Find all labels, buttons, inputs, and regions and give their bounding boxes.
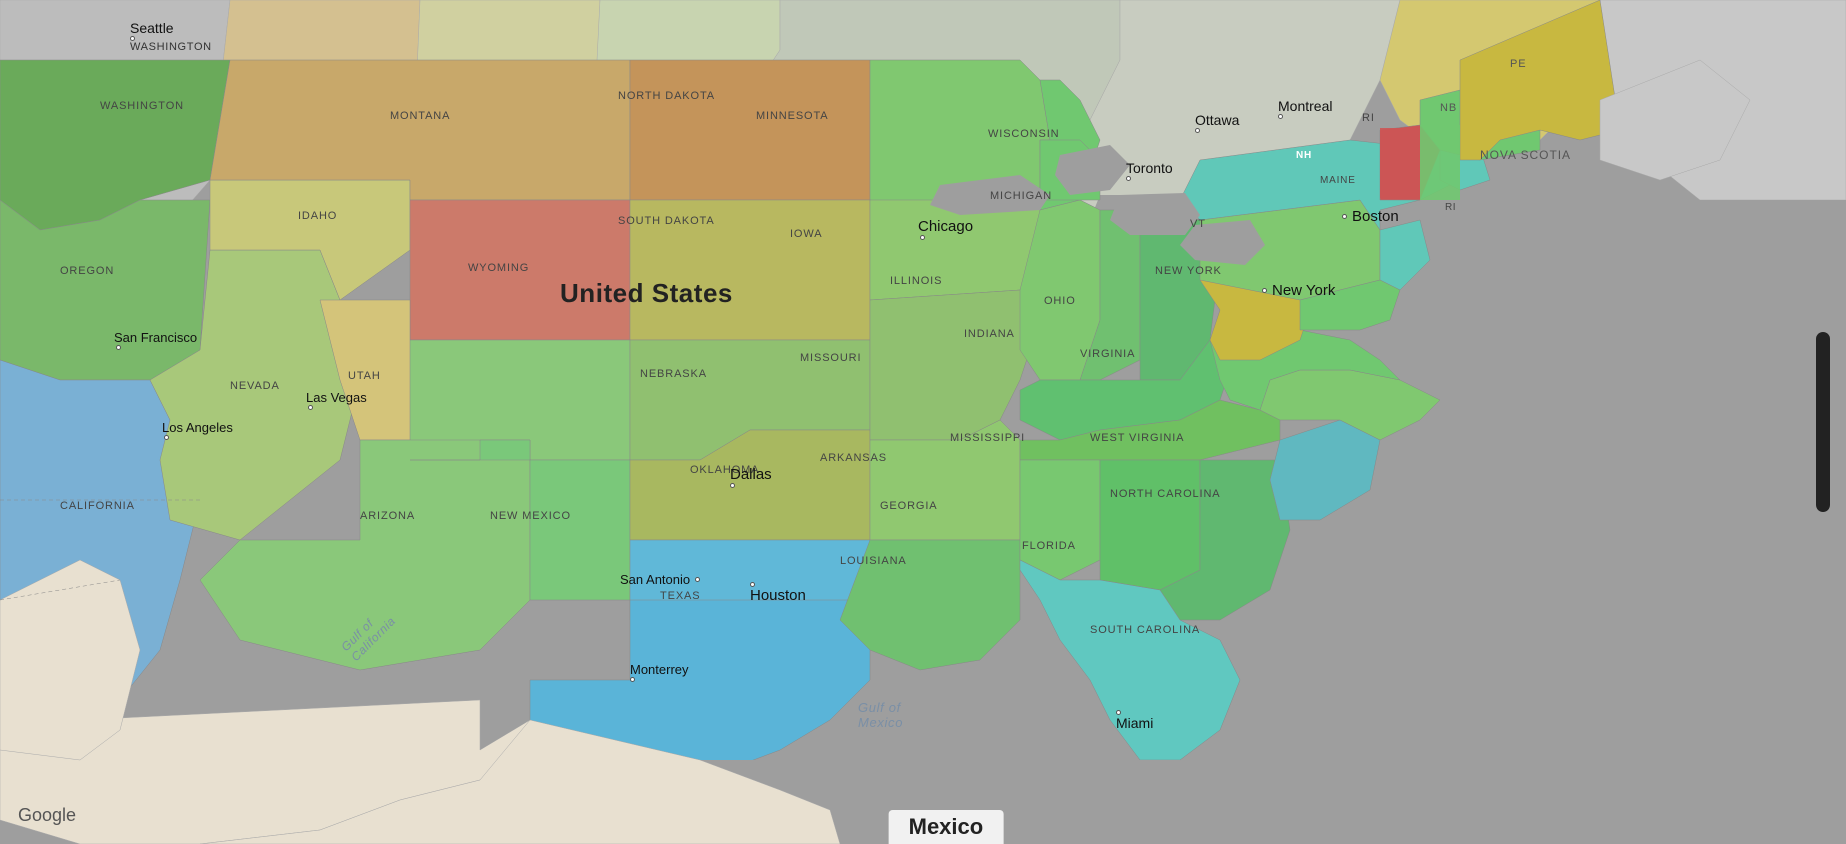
state-label-michigan: MICHIGAN: [990, 190, 1052, 202]
state-label-arkansas: ARKANSAS: [820, 452, 887, 464]
state-label-south-carolina: NORTH CAROLINA: [1110, 488, 1221, 500]
state-label-wisconsin: WISCONSIN: [988, 128, 1059, 140]
state-label-florida: SOUTH CAROLINA: [1090, 624, 1200, 636]
state-label-north-carolina: WEST VIRGINIA: [1090, 432, 1184, 444]
state-label-oregon: OREGON: [60, 265, 114, 277]
state-label-nh: MAINE: [1320, 175, 1356, 186]
state-label-nebraska: NEBRASKA: [640, 368, 707, 380]
city-monterrey: Monterrey: [630, 662, 689, 682]
state-label-illinois: ILLINOIS: [890, 275, 942, 287]
map-svg: RI: [0, 0, 1846, 844]
city-montreal: Montreal: [1278, 98, 1332, 119]
water-label-gulf-mexico: Gulf ofMexico: [858, 700, 903, 730]
state-label-louisiana: LOUISIANA: [840, 555, 907, 567]
city-dallas: Dallas: [730, 466, 772, 488]
city-los-angeles: Los Angeles: [162, 420, 233, 440]
state-label-missouri: MISSOURI: [800, 352, 861, 364]
state-label-maine: RI: [1362, 112, 1375, 124]
city-toronto: Toronto: [1126, 160, 1173, 181]
province-nova-scotia: NOVA SCOTIA: [1480, 148, 1571, 162]
state-label-arizona: ARIZONA: [360, 510, 415, 522]
city-las-vegas: Las Vegas: [306, 390, 367, 410]
city-boston: Boston: [1342, 208, 1399, 225]
state-label-west-virginia: VIRGINIA: [1080, 348, 1135, 360]
state-label-washington: WASHINGTON: [100, 100, 184, 112]
province-pe: PE: [1510, 58, 1526, 70]
state-label-montana: MONTANA: [390, 110, 450, 122]
city-san-antonio: San Antonio: [620, 572, 700, 587]
province-nb: NB: [1440, 102, 1457, 114]
state-label-iowa: IOWA: [790, 228, 822, 240]
city-san-francisco: San Francisco: [114, 330, 197, 350]
city-miami: Miami: [1116, 710, 1153, 731]
state-label-north-dakota: NORTH DAKOTA: [618, 90, 715, 102]
state-label-vt: NH: [1296, 150, 1312, 161]
state-label-texas: TEXAS: [660, 590, 700, 602]
state-label-ohio: OHIO: [1044, 295, 1076, 307]
state-label-new-york: VT: [1190, 218, 1206, 230]
country-label: United States: [560, 278, 733, 309]
state-label-indiana: INDIANA: [964, 328, 1015, 340]
state-label-nevada: NEVADA: [230, 380, 280, 392]
map-container: RI WASHINGTON OREGON CALIFORNIA NEVADA I…: [0, 0, 1846, 844]
city-seattle: Seattle WASHINGTON: [130, 20, 212, 53]
state-label-south-dakota: SOUTH DAKOTA: [618, 215, 715, 227]
svg-text:RI: RI: [1445, 202, 1456, 213]
google-watermark: Google: [18, 805, 76, 826]
state-label-penn: NEW YORK: [1155, 265, 1222, 277]
mexico-label: Mexico: [889, 810, 1004, 844]
state-label-wyoming: WYOMING: [468, 262, 529, 274]
city-chicago: Chicago: [918, 218, 973, 240]
state-label-minnesota: MINNESOTA: [756, 110, 829, 122]
state-label-mississippi: GEORGIA: [880, 500, 938, 512]
state-label-california: CALIFORNIA: [60, 500, 135, 512]
city-new-york: New York: [1262, 282, 1335, 299]
state-label-utah: UTAH: [348, 370, 381, 382]
state-label-georgia: FLORIDA: [1022, 540, 1076, 552]
state-label-idaho: IDAHO: [298, 210, 337, 222]
city-ottawa: Ottawa: [1195, 112, 1239, 133]
state-label-tennessee: MISSISSIPPI: [950, 432, 1025, 444]
city-houston: Houston: [750, 582, 806, 604]
scrollbar[interactable]: [1816, 332, 1830, 512]
state-label-new-mexico: NEW MEXICO: [490, 510, 571, 522]
